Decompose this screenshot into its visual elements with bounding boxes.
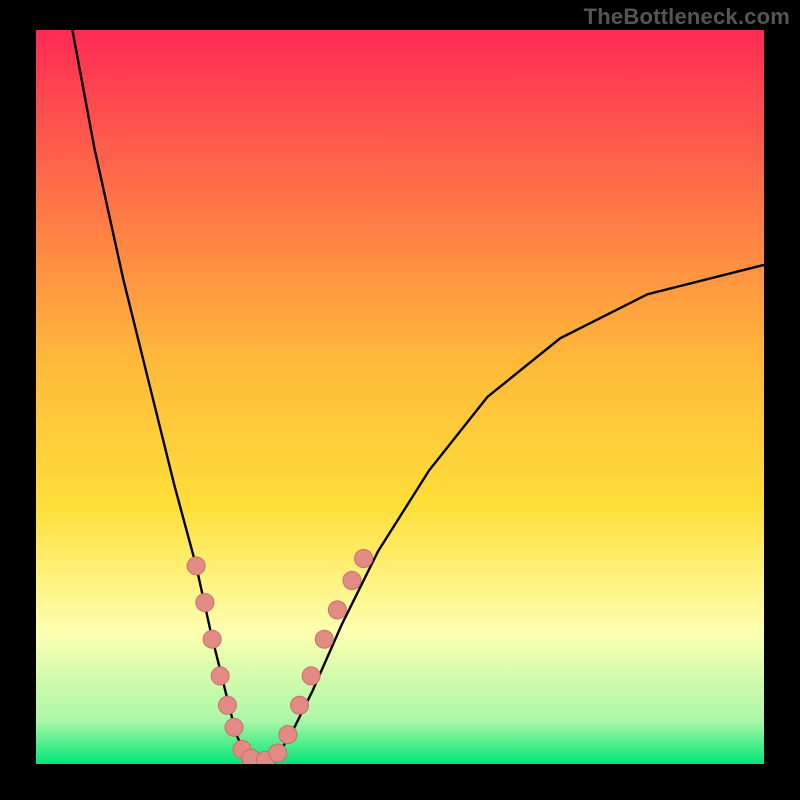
watermark-text: TheBottleneck.com (584, 4, 790, 30)
curve-marker (196, 594, 214, 612)
plot-area (36, 30, 764, 764)
curve-marker (355, 549, 373, 567)
curve-marker (279, 726, 297, 744)
gradient-background (36, 30, 764, 764)
curve-marker (302, 667, 320, 685)
curve-marker (315, 630, 333, 648)
curve-marker (218, 696, 236, 714)
curve-marker (203, 630, 221, 648)
curve-marker (291, 696, 309, 714)
curve-marker (225, 718, 243, 736)
chart-stage: TheBottleneck.com (0, 0, 800, 800)
curve-marker (187, 557, 205, 575)
chart-svg (36, 30, 764, 764)
curve-marker (269, 744, 287, 762)
curve-marker (211, 667, 229, 685)
curve-marker (343, 572, 361, 590)
curve-marker (328, 601, 346, 619)
